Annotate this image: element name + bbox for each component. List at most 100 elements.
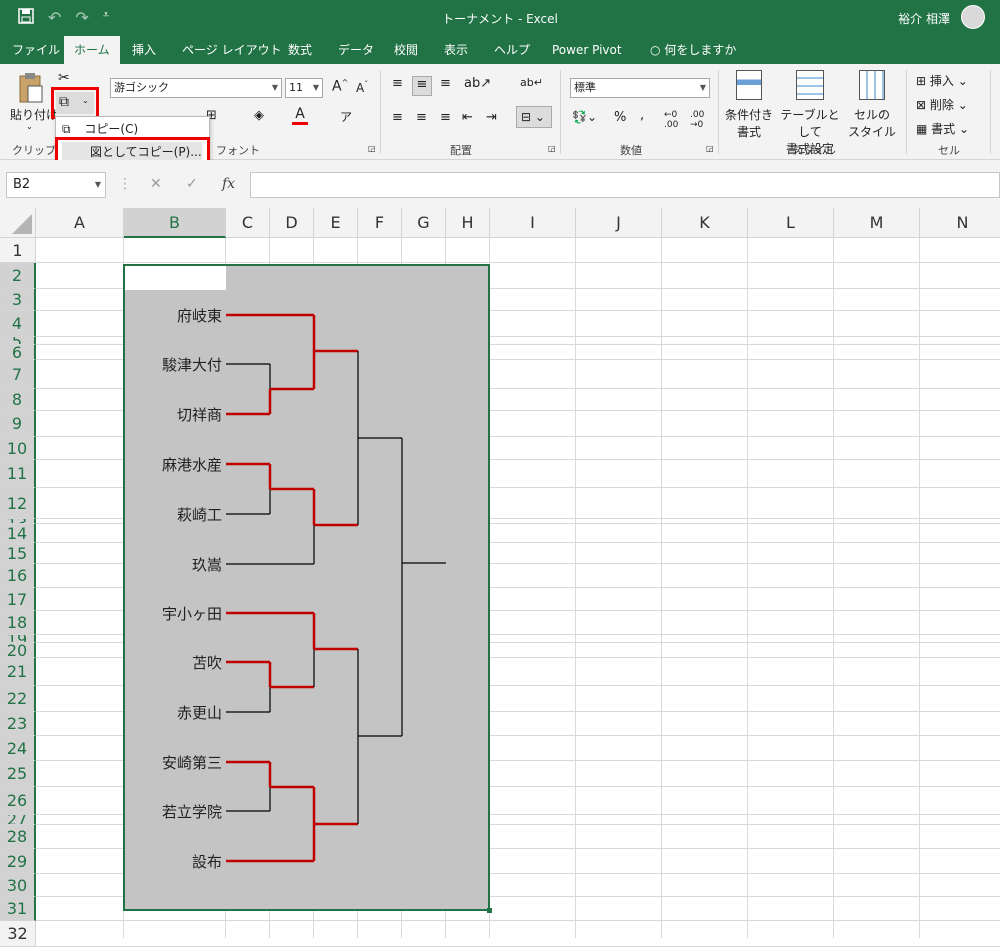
column-header[interactable]: G — [402, 208, 446, 238]
number-format-select[interactable]: 標準 ▼ — [570, 78, 710, 98]
row-header[interactable]: 23 — [0, 712, 36, 736]
row-header[interactable]: 18 — [0, 611, 36, 635]
row-header[interactable]: 17 — [0, 588, 36, 611]
row-header[interactable]: 20 — [0, 643, 36, 658]
align-right-icon[interactable]: ≡ — [440, 110, 451, 125]
row-header[interactable]: 26 — [0, 787, 36, 815]
row-header[interactable]: 10 — [0, 437, 36, 460]
tab-file[interactable]: ファイル — [2, 36, 70, 64]
paste-icon[interactable] — [18, 72, 44, 104]
name-box[interactable]: B2 ▼ — [6, 172, 106, 198]
column-header[interactable]: N — [920, 208, 1000, 238]
tab-view[interactable]: 表示 — [434, 36, 478, 64]
row-header[interactable]: 8 — [0, 389, 36, 411]
row-header[interactable]: 31 — [0, 897, 36, 921]
column-header[interactable]: H — [446, 208, 490, 238]
tell-me-search[interactable]: ○ 何をしますか — [640, 36, 746, 64]
column-header[interactable]: E — [314, 208, 358, 238]
font-size-select[interactable]: 11 ▼ — [285, 78, 323, 98]
align-center-icon[interactable]: ≡ — [416, 110, 427, 125]
row-header[interactable]: 30 — [0, 874, 36, 897]
row-header[interactable]: 32 — [0, 921, 36, 947]
menu-item-copy[interactable]: ⧉ コピー(C) — [62, 119, 202, 139]
accounting-format-icon[interactable]: 💱⌄ — [572, 110, 597, 124]
row-header[interactable]: 14 — [0, 524, 36, 543]
row-header[interactable]: 24 — [0, 736, 36, 761]
percent-icon[interactable]: % — [614, 110, 626, 125]
format-cells-button[interactable]: ▦ 書式 ⌄ — [916, 120, 969, 137]
merge-center-icon[interactable]: ⊟ ⌄ — [516, 106, 552, 128]
insert-function-icon[interactable]: fx — [222, 176, 235, 192]
increase-indent-icon[interactable]: ⇥ — [486, 110, 497, 125]
row-header[interactable]: 22 — [0, 686, 36, 712]
column-header[interactable]: J — [576, 208, 662, 238]
grow-font-icon[interactable]: A^ — [332, 78, 348, 95]
tab-review[interactable]: 校閲 — [384, 36, 428, 64]
font-color-icon[interactable]: A — [292, 106, 308, 126]
shrink-font-icon[interactable]: Aˇ — [356, 80, 368, 95]
row-header[interactable]: 1 — [0, 238, 36, 263]
row-header[interactable]: 16 — [0, 564, 36, 588]
tab-data[interactable]: データ — [328, 36, 384, 64]
row-header[interactable]: 5 — [0, 337, 36, 345]
column-header[interactable]: D — [270, 208, 314, 238]
row-header[interactable]: 15 — [0, 543, 36, 564]
row-header[interactable]: 21 — [0, 658, 36, 686]
tab-power-pivot[interactable]: Power Pivot — [542, 36, 632, 64]
row-header[interactable]: 7 — [0, 360, 36, 389]
select-all-corner[interactable] — [0, 208, 36, 238]
formula-input[interactable] — [250, 172, 1000, 198]
dialog-launcher-icon[interactable]: ◲ — [368, 144, 376, 153]
orientation-icon[interactable]: ab↗ — [464, 76, 491, 91]
align-top-icon[interactable]: ≡ — [392, 76, 403, 91]
row-header[interactable]: 12 — [0, 488, 36, 519]
column-header[interactable]: F — [358, 208, 402, 238]
row-header[interactable]: 3 — [0, 289, 36, 311]
format-as-table-button[interactable]: テーブルとして 書式設定 — [776, 70, 844, 156]
cut-icon[interactable]: ✂ — [58, 70, 70, 86]
column-header[interactable]: I — [490, 208, 576, 238]
comma-style-icon[interactable]: , — [640, 108, 644, 123]
font-name-select[interactable]: 游ゴシック ▼ — [110, 78, 282, 98]
conditional-formatting-button[interactable]: 条件付き 書式 — [724, 70, 774, 140]
row-header[interactable]: 28 — [0, 825, 36, 849]
column-header[interactable]: B — [124, 208, 226, 238]
tab-page-layout[interactable]: ページ レイアウト — [172, 36, 292, 64]
wrap-text-icon[interactable]: ab↵ — [520, 76, 543, 89]
row-header[interactable]: 19 — [0, 635, 36, 643]
phonetic-icon[interactable]: ア — [340, 108, 352, 125]
tab-home[interactable]: ホーム — [64, 36, 120, 64]
user-name[interactable]: 裕介 相澤 — [898, 10, 950, 27]
dialog-launcher-icon[interactable]: ◲ — [548, 144, 556, 153]
align-bottom-icon[interactable]: ≡ — [440, 76, 451, 91]
decrease-indent-icon[interactable]: ⇤ — [462, 110, 473, 125]
row-header[interactable]: 27 — [0, 815, 36, 825]
row-header[interactable]: 2 — [0, 263, 36, 289]
align-middle-icon[interactable]: ≡ — [412, 76, 432, 96]
picture-resize-handle[interactable] — [487, 908, 492, 913]
enter-icon[interactable]: ✓ — [186, 176, 198, 192]
tab-formulas[interactable]: 数式 — [278, 36, 322, 64]
row-header[interactable]: 11 — [0, 460, 36, 488]
column-header[interactable]: K — [662, 208, 748, 238]
increase-decimal-icon[interactable]: ←0.00 — [664, 110, 678, 130]
cancel-icon[interactable]: ✕ — [150, 176, 162, 192]
tab-insert[interactable]: 挿入 — [122, 36, 166, 64]
column-header[interactable]: L — [748, 208, 834, 238]
decrease-decimal-icon[interactable]: .00 →0 — [690, 110, 704, 130]
column-header[interactable]: M — [834, 208, 920, 238]
delete-cells-button[interactable]: ⊠ 削除 ⌄ — [916, 96, 968, 113]
fill-color-icon[interactable]: ◈ — [254, 108, 264, 123]
avatar[interactable] — [961, 5, 985, 29]
row-header[interactable]: 4 — [0, 311, 36, 337]
row-header[interactable]: 25 — [0, 761, 36, 787]
insert-cells-button[interactable]: ⊞ 挿入 ⌄ — [916, 72, 968, 89]
row-header[interactable]: 29 — [0, 849, 36, 874]
tab-help[interactable]: ヘルプ — [484, 36, 540, 64]
dialog-launcher-icon[interactable]: ◲ — [706, 144, 714, 153]
column-header[interactable]: A — [36, 208, 124, 238]
align-left-icon[interactable]: ≡ — [392, 110, 403, 125]
cell-styles-button[interactable]: セルの スタイル — [846, 70, 898, 140]
paste-dropdown-icon[interactable]: ⌄ — [26, 122, 33, 131]
row-header[interactable]: 9 — [0, 411, 36, 437]
